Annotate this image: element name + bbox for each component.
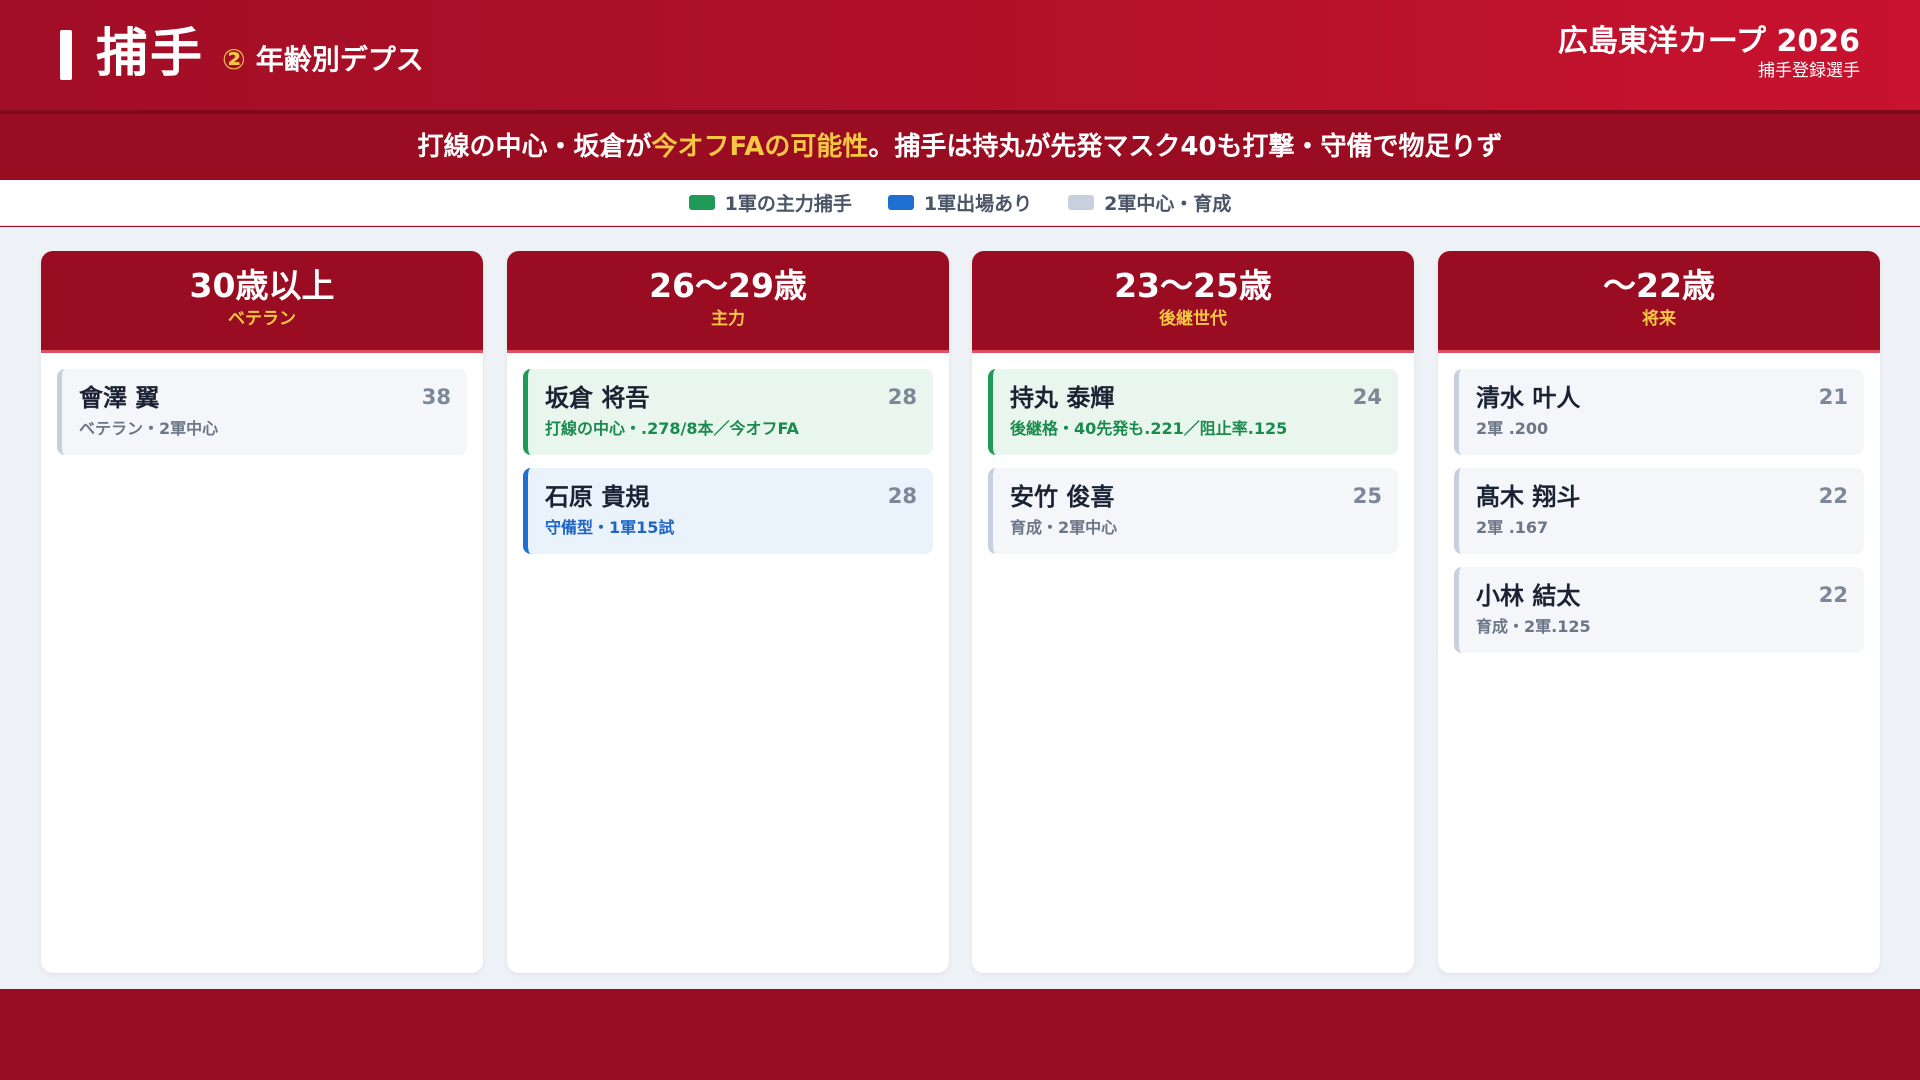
player-name: 小林 結太: [1476, 582, 1581, 610]
brand: 広島東洋カープ 2026 捕手登録選手: [1558, 24, 1860, 82]
column-title: 26〜29歳: [649, 266, 807, 305]
legend-swatch-blue: [887, 195, 914, 210]
player-list: 坂倉 将吾 28 打線の中心・.278/8本／今オフFA 石原 貴規 28 守備…: [507, 353, 949, 554]
column-subtitle: 将来: [1642, 309, 1676, 329]
player-age: 22: [1818, 583, 1848, 607]
player-name: 安竹 俊喜: [1010, 483, 1115, 511]
age-column-26-29: 26〜29歳 主力 坂倉 将吾 28 打線の中心・.278/8本／今オフFA 石…: [507, 251, 949, 973]
age-column-22-under: 〜22歳 将来 清水 叶人 21 2軍 .200 髙木 翔斗 22 2軍 .16…: [1438, 251, 1880, 973]
column-subtitle: ベテラン: [228, 309, 296, 329]
player-note: 打線の中心・.278/8本／今オフFA: [545, 419, 799, 438]
player-name: 坂倉 将吾: [545, 384, 650, 412]
column-title: 30歳以上: [189, 266, 335, 305]
player-age: 28: [887, 385, 917, 409]
legend-item: 1軍出場あり: [887, 189, 1033, 216]
player-name: 髙木 翔斗: [1476, 483, 1581, 511]
player-note: ベテラン・2軍中心: [79, 419, 219, 438]
player-note: 後継格・40先発も.221／阻止率.125: [1010, 419, 1288, 438]
player-age: 24: [1352, 385, 1382, 409]
column-header: 30歳以上 ベテラン: [41, 251, 483, 353]
player-card[interactable]: 髙木 翔斗 22 2軍 .167: [1454, 468, 1864, 554]
banner-text-2: 。捕手は持丸が先発マスク40も打撃・守備で物足りず: [868, 132, 1503, 162]
legend-label: 1軍の主力捕手: [724, 193, 852, 215]
page-title: 捕手: [96, 24, 205, 84]
player-card[interactable]: 石原 貴規 28 守備型・1軍15試: [523, 468, 933, 554]
player-card[interactable]: 會澤 翼 38 ベテラン・2軍中心: [57, 369, 467, 455]
player-note: 2軍 .200: [1476, 419, 1549, 438]
column-header: 26〜29歳 主力: [507, 251, 949, 353]
headline-banner: 打線の中心・坂倉が今オフFAの可能性。捕手は持丸が先発マスク40も打撃・守備で物…: [0, 114, 1920, 180]
column-title: 〜22歳: [1603, 266, 1715, 305]
player-name: 石原 貴規: [545, 483, 650, 511]
player-age: 38: [421, 385, 451, 409]
player-age: 22: [1818, 484, 1848, 508]
age-column-23-25: 23〜25歳 後継世代 持丸 泰輝 24 後継格・40先発も.221／阻止率.1…: [972, 251, 1414, 973]
player-card[interactable]: 持丸 泰輝 24 後継格・40先発も.221／阻止率.125: [988, 369, 1398, 455]
legend-swatch-gray: [1068, 195, 1095, 210]
player-card[interactable]: 小林 結太 22 育成・2軍.125: [1454, 567, 1864, 653]
banner-text-1: 打線の中心・坂倉が: [417, 132, 652, 162]
column-subtitle: 後継世代: [1159, 309, 1227, 329]
player-note: 育成・2軍中心: [1010, 518, 1118, 537]
brand-name: 広島東洋カープ 2026: [1557, 24, 1860, 59]
player-name: 持丸 泰輝: [1010, 384, 1115, 412]
player-card[interactable]: 清水 叶人 21 2軍 .200: [1454, 369, 1864, 455]
player-list: 清水 叶人 21 2軍 .200 髙木 翔斗 22 2軍 .167 小林 結太 …: [1438, 353, 1880, 653]
column-header: 23〜25歳 後継世代: [972, 251, 1414, 353]
player-card[interactable]: 安竹 俊喜 25 育成・2軍中心: [988, 468, 1398, 554]
page-subtitle: ② 年齢別デプス: [222, 40, 424, 80]
legend-label: 2軍中心・育成: [1104, 193, 1232, 215]
player-age: 25: [1352, 484, 1382, 508]
brand-subtitle: 捕手登録選手: [1758, 61, 1860, 81]
player-age: 21: [1818, 385, 1848, 409]
legend-item: 2軍中心・育成: [1068, 189, 1231, 216]
player-age: 28: [887, 484, 917, 508]
legend-swatch-green: [688, 195, 715, 210]
player-card[interactable]: 坂倉 将吾 28 打線の中心・.278/8本／今オフFA: [523, 369, 933, 455]
age-column-30-plus: 30歳以上 ベテラン 會澤 翼 38 ベテラン・2軍中心: [41, 251, 483, 973]
title-accent-bar: [60, 30, 72, 80]
subtitle-number: ②: [222, 43, 246, 76]
player-list: 會澤 翼 38 ベテラン・2軍中心: [41, 353, 483, 455]
depth-board: 30歳以上 ベテラン 會澤 翼 38 ベテラン・2軍中心 26〜29歳 主力 坂…: [0, 227, 1920, 989]
column-title: 23〜25歳: [1114, 266, 1272, 305]
player-name: 會澤 翼: [79, 384, 160, 412]
player-note: 守備型・1軍15試: [545, 518, 675, 537]
column-subtitle: 主力: [711, 309, 745, 329]
player-list: 持丸 泰輝 24 後継格・40先発も.221／阻止率.125 安竹 俊喜 25 …: [972, 353, 1414, 554]
footer: [0, 989, 1920, 1080]
player-note: 育成・2軍.125: [1476, 617, 1591, 636]
player-note: 2軍 .167: [1476, 518, 1549, 537]
subtitle-text: 年齢別デプス: [255, 43, 424, 76]
player-name: 清水 叶人: [1476, 384, 1581, 412]
legend: 1軍の主力捕手 1軍出場あり 2軍中心・育成: [0, 180, 1920, 226]
legend-label: 1軍出場あり: [923, 193, 1033, 215]
column-header: 〜22歳 将来: [1438, 251, 1880, 353]
legend-item: 1軍の主力捕手: [688, 189, 852, 216]
header: 捕手 ② 年齢別デプス 広島東洋カープ 2026 捕手登録選手: [0, 0, 1920, 112]
banner-highlight: 今オフFAの可能性: [651, 132, 869, 162]
